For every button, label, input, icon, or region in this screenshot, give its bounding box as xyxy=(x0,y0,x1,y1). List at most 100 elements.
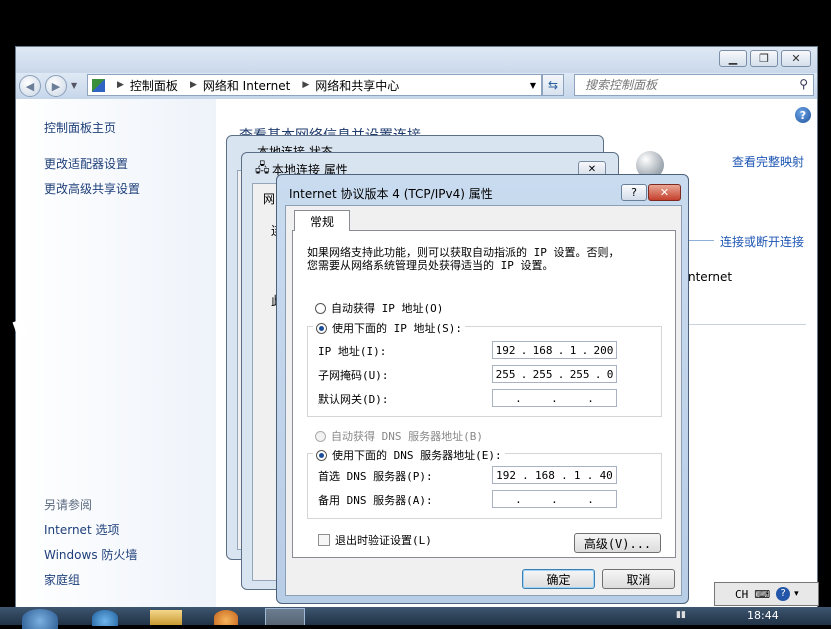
ip-octet[interactable]: 168 xyxy=(533,344,553,357)
control-panel-taskbar-button[interactable] xyxy=(265,608,305,625)
alternate-dns-field[interactable]: ... xyxy=(492,490,617,508)
ip-octet[interactable]: 1 xyxy=(570,344,577,357)
help-icon[interactable]: ? xyxy=(795,107,811,123)
advanced-button[interactable]: 高级(V)... xyxy=(574,533,661,553)
dns-manual-label[interactable]: 使用下面的 DNS 服务器地址(E): xyxy=(332,447,502,463)
forward-button[interactable]: ▶ xyxy=(45,75,67,97)
general-tab-panel: 如果网络支持此功能，则可以获取自动指派的 IP 设置。否则， 您需要从网络系统管… xyxy=(292,230,676,558)
dns-manual-option[interactable]: 使用下面的 DNS 服务器地址(E): xyxy=(313,447,505,463)
divider xyxy=(688,324,806,325)
options-arrow-icon[interactable]: ▾ xyxy=(794,589,799,599)
see-also-windows-firewall[interactable]: Windows 防火墙 xyxy=(44,546,137,563)
breadcrumb-separator-icon: ▶ xyxy=(117,80,124,90)
alternate-dns-label: 备用 DNS 服务器(A): xyxy=(318,494,433,507)
description-line: 您需要从网络系统管理员处获得适当的 IP 设置。 xyxy=(307,259,554,272)
ip-octet[interactable]: 1 xyxy=(574,469,581,482)
see-also-heading: 另请参阅 xyxy=(44,498,93,512)
clock[interactable]: 18:44 xyxy=(747,609,779,622)
help-icon[interactable]: ? xyxy=(776,587,791,601)
preferred-dns-label: 首选 DNS 服务器(P): xyxy=(318,470,433,483)
divider xyxy=(688,240,714,241)
tab-general[interactable]: 常规 xyxy=(294,210,350,231)
dialog-title: Internet 协议版本 4 (TCP/IPv4) 属性 xyxy=(289,187,493,201)
default-gateway-label: 默认网关(D): xyxy=(318,393,389,406)
recent-pages-chevron-icon[interactable]: ▼ xyxy=(71,81,77,90)
window-titlebar[interactable]: ▁ ❐ ✕ xyxy=(16,47,817,73)
description-text: 如果网络支持此功能，则可以获取自动指派的 IP 设置。否则， 您需要从网络系统管… xyxy=(307,246,620,272)
ip-manual-radio[interactable] xyxy=(316,322,327,334)
ip-octet[interactable]: 168 xyxy=(535,469,555,482)
ip-address-field[interactable]: 192. 168. 1. 200 xyxy=(492,341,617,359)
tray-icon[interactable]: ▮▮ xyxy=(676,610,686,620)
ip-octet[interactable]: 200 xyxy=(593,344,613,357)
media-player-icon[interactable] xyxy=(214,610,238,625)
language-bar[interactable]: CH ⌨ ? ▾ xyxy=(714,582,819,606)
dns-auto-label[interactable]: 自动获得 DNS 服务器地址(B) xyxy=(331,428,483,444)
see-also-internet-options[interactable]: Internet 选项 xyxy=(44,521,119,538)
dns-auto-option[interactable]: 自动获得 DNS 服务器地址(B) xyxy=(315,428,483,444)
minimize-button[interactable]: ▁ xyxy=(719,50,747,67)
address-dropdown-icon[interactable]: ▼ xyxy=(530,81,536,90)
breadcrumb-control-panel[interactable]: 控制面板 xyxy=(130,77,178,94)
ip-address-label: IP 地址(I): xyxy=(318,345,387,358)
breadcrumb-sharing-center[interactable]: 网络和共享中心 xyxy=(315,77,399,94)
sidebar: 控制面板主页 更改适配器设置 更改高级共享设置 另请参阅 Internet 选项… xyxy=(16,99,216,624)
ip-octet[interactable]: 192 xyxy=(496,344,516,357)
dns-manual-radio[interactable] xyxy=(316,449,327,461)
cancel-button[interactable]: 取消 xyxy=(602,569,675,589)
refresh-button[interactable]: ⇆ xyxy=(542,74,564,96)
maximize-button[interactable]: ❐ xyxy=(750,50,778,67)
search-input[interactable] xyxy=(583,75,787,95)
subnet-mask-label: 子网掩码(U): xyxy=(318,369,389,382)
window-close-button[interactable]: ✕ xyxy=(781,50,811,67)
validate-settings-option[interactable]: 退出时验证设置(L) xyxy=(318,532,432,548)
validate-settings-checkbox[interactable] xyxy=(318,534,330,546)
dialog-body: 常规 如果网络支持此功能，则可以获取自动指派的 IP 设置。否则， 您需要从网络… xyxy=(285,205,682,596)
ip-octet[interactable]: 0 xyxy=(607,368,614,381)
breadcrumb-network-internet[interactable]: 网络和 Internet xyxy=(203,77,290,94)
start-button[interactable] xyxy=(22,609,58,629)
sidebar-change-sharing-settings[interactable]: 更改高级共享设置 xyxy=(44,180,140,197)
ip-octet[interactable]: 255 xyxy=(570,368,590,381)
internet-label: nternet xyxy=(688,270,733,284)
ip-auto-radio[interactable] xyxy=(315,302,326,314)
dns-auto-radio[interactable] xyxy=(315,430,326,442)
validate-settings-label[interactable]: 退出时验证设置(L) xyxy=(335,532,432,548)
see-also-homegroup[interactable]: 家庭组 xyxy=(44,571,80,588)
sidebar-change-adapter-settings[interactable]: 更改适配器设置 xyxy=(44,155,128,172)
keyboard-icon[interactable]: ⌨ xyxy=(754,588,770,601)
navigation-bar: ◀ ▶ ▼ ▶ 控制面板 ▶ 网络和 Internet ▶ 网络和共享中心 ▼ … xyxy=(16,73,817,99)
description-line: 如果网络支持此功能，则可以获取自动指派的 IP 设置。否则， xyxy=(307,246,620,259)
breadcrumb-separator-icon: ▶ xyxy=(189,80,197,90)
sidebar-control-panel-home[interactable]: 控制面板主页 xyxy=(44,119,116,136)
search-icon[interactable]: ⚲ xyxy=(799,77,808,91)
ip-manual-option[interactable]: 使用下面的 IP 地址(S): xyxy=(313,320,465,336)
search-box[interactable]: ⚲ xyxy=(574,74,814,96)
ip-manual-label[interactable]: 使用下面的 IP 地址(S): xyxy=(332,320,462,336)
preferred-dns-field[interactable]: 192. 168. 1. 40 xyxy=(492,466,617,484)
language-indicator[interactable]: CH xyxy=(735,588,748,601)
ip-octet[interactable]: 40 xyxy=(600,469,613,482)
address-bar[interactable]: ▶ 控制面板 ▶ 网络和 Internet ▶ 网络和共享中心 ▼ xyxy=(87,74,542,96)
file-explorer-icon[interactable] xyxy=(150,610,182,625)
help-button[interactable]: ? xyxy=(621,184,647,201)
default-gateway-field[interactable]: ... xyxy=(492,389,617,407)
ip-octet[interactable]: 192 xyxy=(496,469,516,482)
ok-button[interactable]: 确定 xyxy=(522,569,595,589)
internet-explorer-icon[interactable] xyxy=(92,610,118,626)
refresh-icon: ⇆ xyxy=(547,78,559,92)
view-full-map-link[interactable]: 查看完整映射 xyxy=(732,153,804,170)
control-panel-icon xyxy=(92,78,105,92)
breadcrumb-separator-icon: ▶ xyxy=(302,80,310,90)
connect-disconnect-link[interactable]: 连接或断开连接 xyxy=(720,233,804,250)
ip-auto-option[interactable]: 自动获得 IP 地址(O) xyxy=(315,300,443,316)
back-button[interactable]: ◀ xyxy=(19,75,41,97)
ip-auto-label[interactable]: 自动获得 IP 地址(O) xyxy=(331,300,443,316)
close-button[interactable]: ✕ xyxy=(648,184,681,201)
tcpip-properties-dialog: Internet 协议版本 4 (TCP/IPv4) 属性 ? ✕ 常规 如果网… xyxy=(276,174,689,604)
network-icon: 🖧 xyxy=(255,161,270,176)
ip-octet[interactable]: 255 xyxy=(496,368,516,381)
tab-networking[interactable]: 网 xyxy=(263,190,275,207)
subnet-mask-field[interactable]: 255. 255. 255. 0 xyxy=(492,365,617,383)
ip-octet[interactable]: 255 xyxy=(533,368,553,381)
